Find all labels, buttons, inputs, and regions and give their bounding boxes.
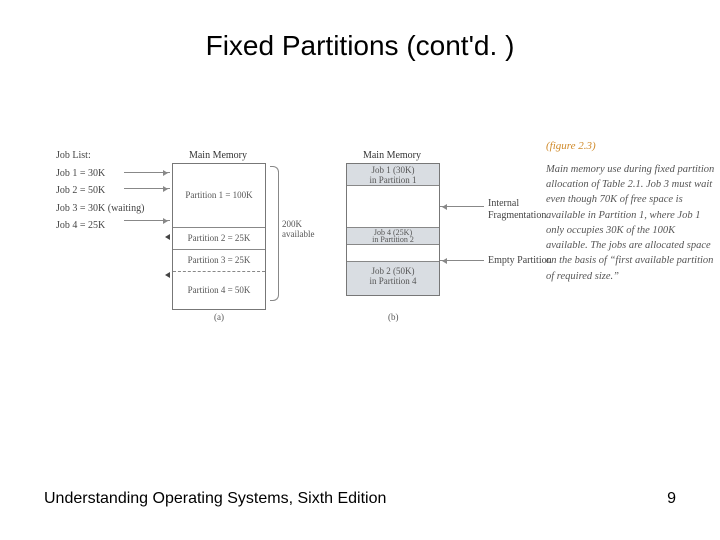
partition3-empty <box>347 245 439 262</box>
partition-3: Partition 3 = 25K <box>173 250 265 272</box>
partition-4: Partition 4 = 50K <box>173 272 265 309</box>
memory-box-a: Partition 1 = 100K Partition 2 = 25K Par… <box>172 163 266 310</box>
job-list-item: Job 2 = 50K <box>56 185 146 197</box>
job-list-header: Job List: <box>56 150 146 162</box>
slot-line: in Partition 2 <box>347 235 439 244</box>
arrow-icon <box>440 206 484 207</box>
slide: Fixed Partitions (cont'd. ) Job List: Jo… <box>0 0 720 540</box>
footer-book-title: Understanding Operating Systems, Sixth E… <box>44 490 386 508</box>
triangle-icon <box>162 234 170 240</box>
figure-reference: (figure 2.3) <box>546 140 596 152</box>
job-list-item: Job 4 = 25K <box>56 220 146 232</box>
job4-slot: Job 4 (25K) in Partition 2 <box>347 228 439 245</box>
memory-partitions-a: Main Memory Partition 1 = 100K Partition… <box>172 150 264 310</box>
figure-caption: Main memory use during fixed partition a… <box>546 162 716 284</box>
slot-line: Job 1 (30K) <box>347 165 439 175</box>
memory-partitions-b: Main Memory Job 1 (30K) in Partition 1 J… <box>346 150 438 296</box>
slot-line: in Partition 1 <box>347 175 439 185</box>
arrow-icon <box>440 260 484 261</box>
partition-2: Partition 2 = 25K <box>173 228 265 250</box>
annotation-empty: Empty Partition <box>488 255 552 267</box>
job-list-item: Job 3 = 30K (waiting) <box>56 203 146 215</box>
subcaption-a: (a) <box>214 312 224 322</box>
slot-line: Job 2 (50K) <box>347 266 439 276</box>
partition-1: Partition 1 = 100K <box>173 164 265 228</box>
column-header: Main Memory <box>172 150 264 161</box>
memory-box-b: Job 1 (30K) in Partition 1 Job 4 (25K) i… <box>346 163 440 296</box>
job-list-item: Job 1 = 30K <box>56 168 146 180</box>
slide-title: Fixed Partitions (cont'd. ) <box>0 30 720 62</box>
job-list: Job List: Job 1 = 30K Job 2 = 50K Job 3 … <box>56 150 146 238</box>
annotation-fragmentation: Internal Fragmentation <box>488 198 546 221</box>
arrow-icon <box>124 220 170 221</box>
arrow-icon <box>124 188 170 189</box>
slot-line: in Partition 4 <box>347 276 439 286</box>
arrow-icon <box>124 172 170 173</box>
column-header: Main Memory <box>346 150 438 161</box>
job2-slot: Job 2 (50K) in Partition 4 <box>347 262 439 295</box>
brace-icon <box>270 166 279 234</box>
job1-slot: Job 1 (30K) in Partition 1 <box>347 164 439 186</box>
footer-page-number: 9 <box>667 490 676 508</box>
partition1-free <box>347 186 439 228</box>
brace-label: 200K available <box>282 220 314 240</box>
brace-icon <box>270 233 279 301</box>
figure-2-3: Job List: Job 1 = 30K Job 2 = 50K Job 3 … <box>56 140 666 410</box>
subcaption-b: (b) <box>388 312 399 322</box>
triangle-icon <box>162 272 170 278</box>
